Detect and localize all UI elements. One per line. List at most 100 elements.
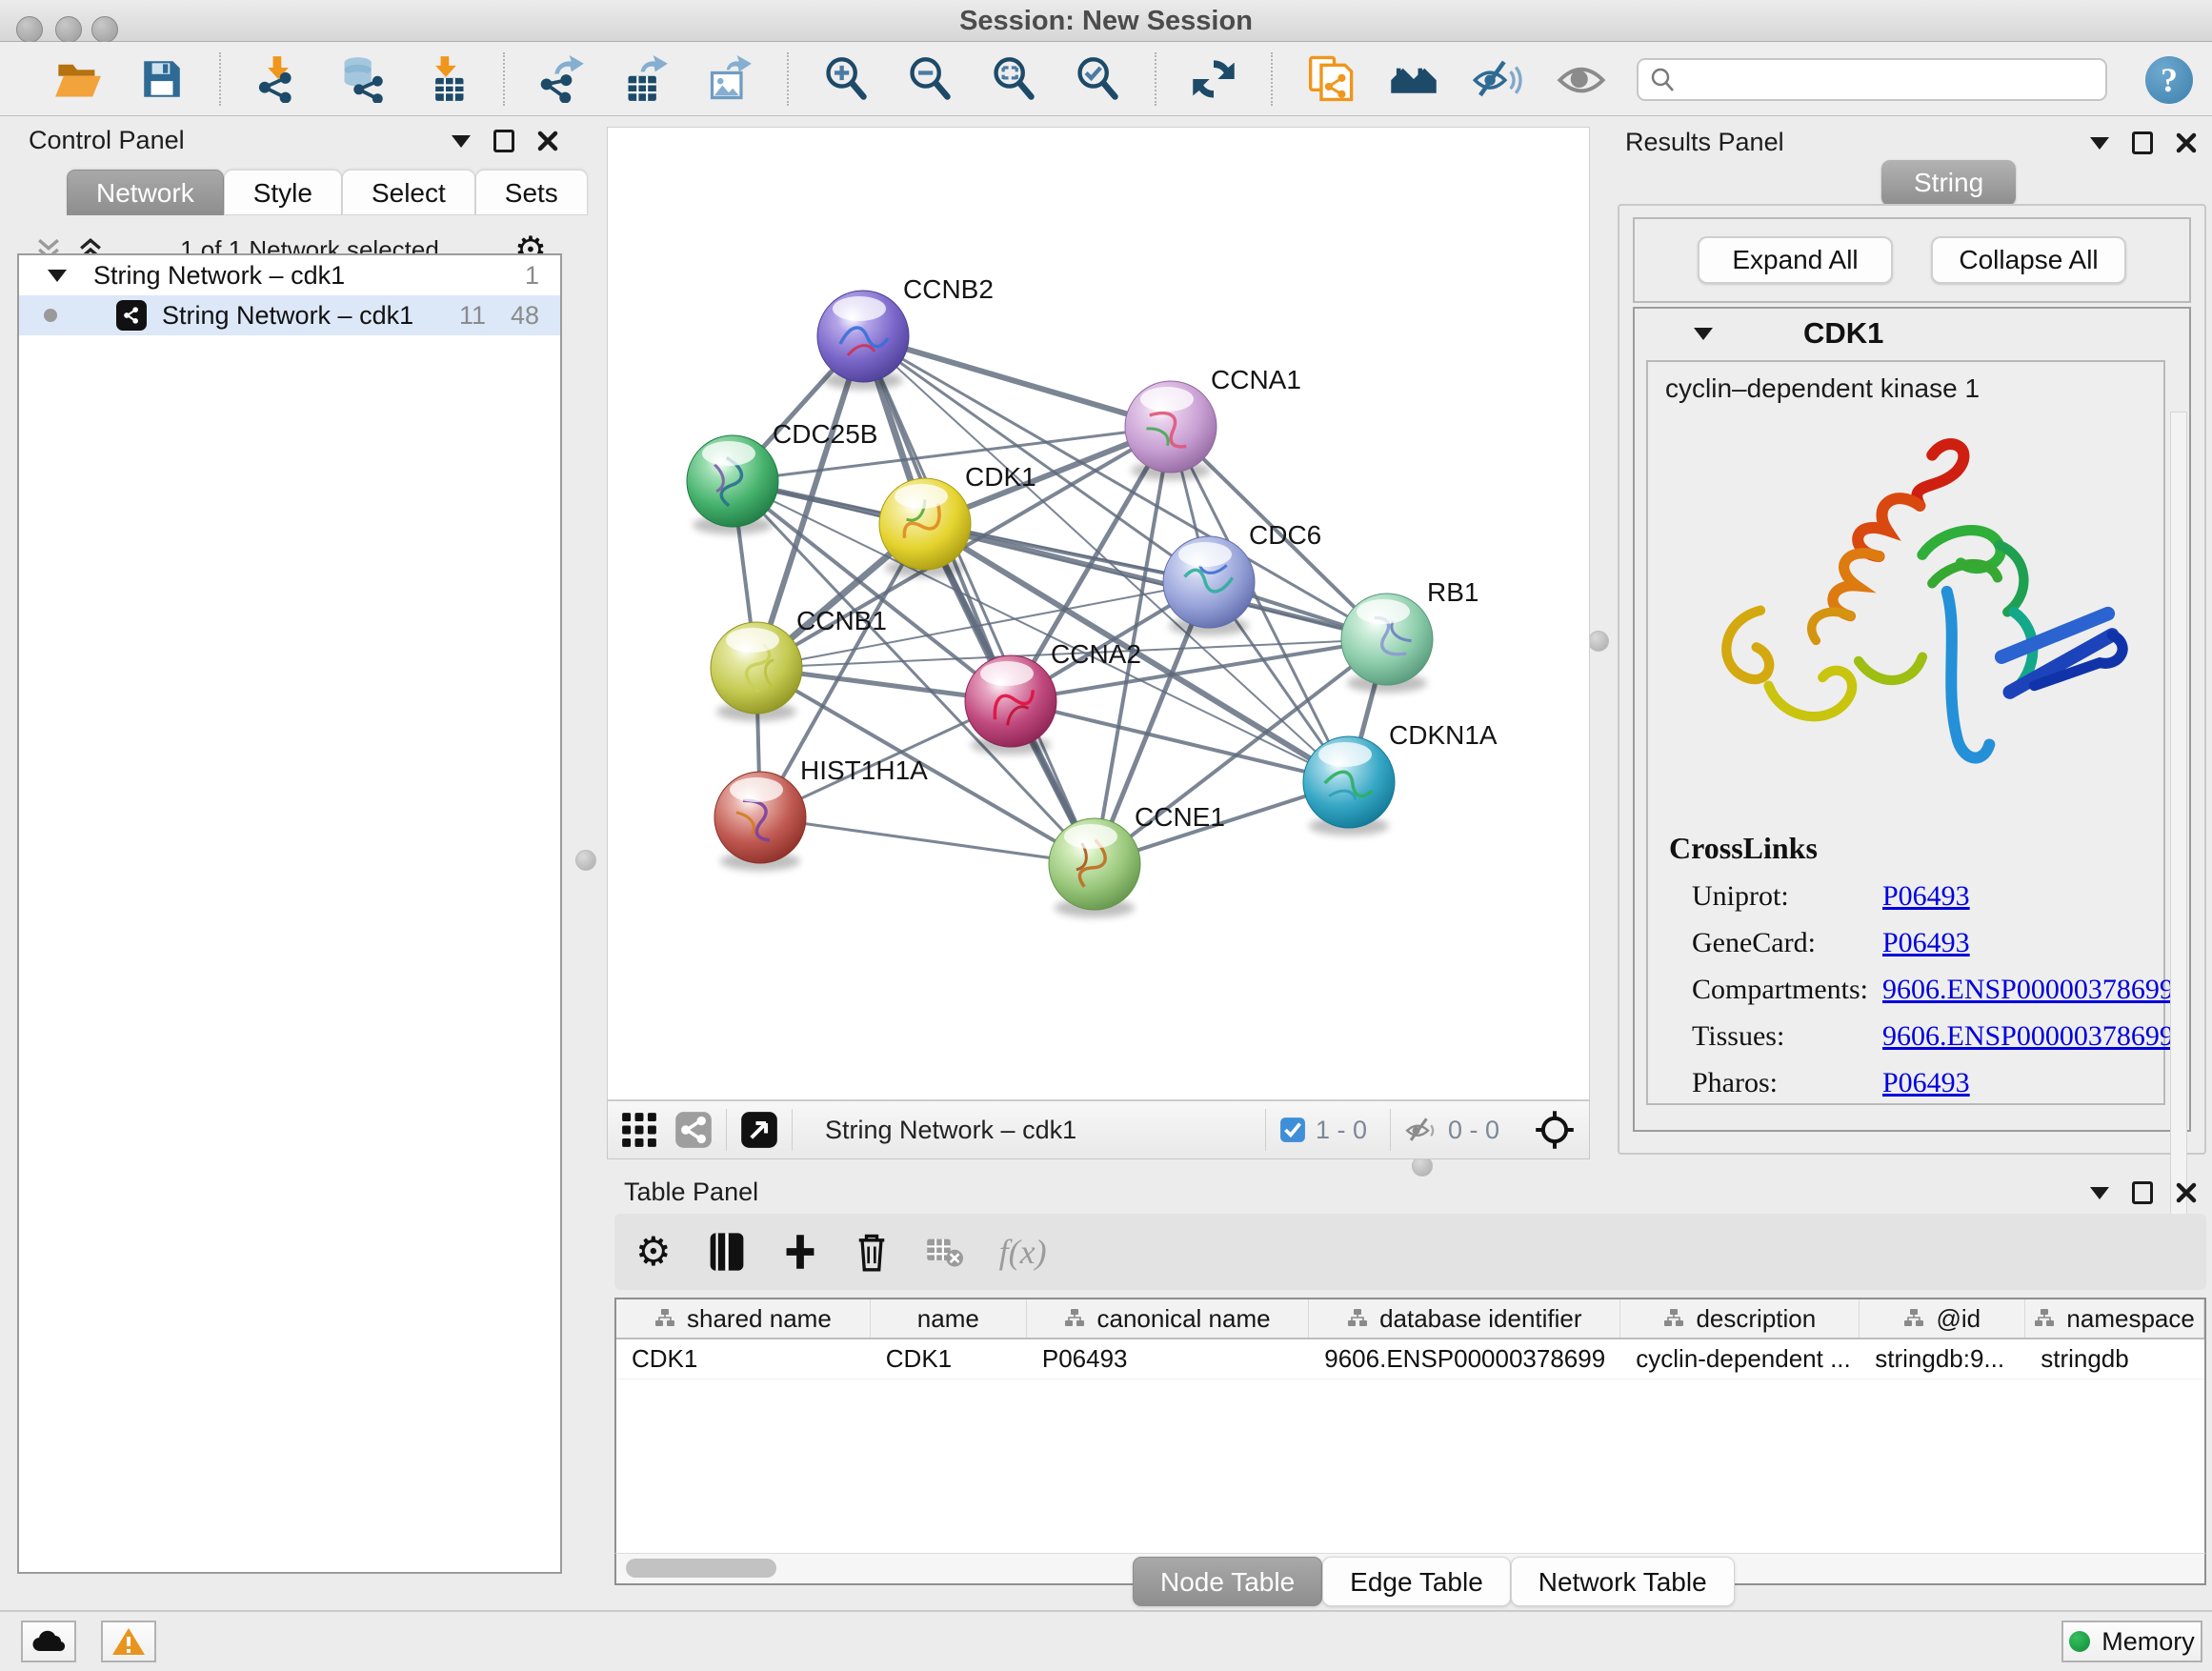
results-panel-float-icon[interactable] — [2132, 131, 2153, 154]
results-panel-menu-icon[interactable] — [2090, 137, 2109, 150]
import-table-button[interactable] — [418, 50, 473, 108]
export-network-icon — [538, 55, 586, 103]
results-panel-close-icon[interactable] — [2176, 132, 2197, 153]
hidden-eye-slash-icon[interactable] — [1404, 1113, 1438, 1147]
selected-checkbox-icon[interactable] — [1279, 1117, 1306, 1143]
window-minimize-button[interactable] — [55, 16, 82, 43]
column-header-canonical-name[interactable]: canonical name — [1027, 1299, 1309, 1338]
collection-expand-icon[interactable] — [48, 270, 67, 282]
tab-string-results[interactable]: String — [1881, 160, 2016, 206]
zoom-out-button[interactable] — [902, 50, 957, 108]
crosslink-value-link[interactable]: 9606.ENSP00000378699 — [1882, 974, 2174, 1006]
tab-style[interactable]: Style — [224, 170, 342, 215]
string-settings-icon[interactable] — [674, 1111, 713, 1149]
refresh-layout-button[interactable] — [1186, 50, 1241, 108]
splitter-grip[interactable] — [575, 850, 596, 871]
table-panel-float-icon[interactable] — [2132, 1181, 2153, 1204]
help-button[interactable]: ? — [2145, 56, 2193, 104]
node-table-row[interactable]: CDK1CDK1P064939606.ENSP00000378699cyclin… — [616, 1339, 2204, 1379]
left-splitter[interactable] — [570, 116, 606, 1586]
import-network-from-database-button[interactable] — [334, 50, 390, 108]
delete-table-icon[interactable] — [925, 1235, 963, 1269]
search-input[interactable] — [1686, 65, 2105, 94]
edge-HIST1H1A-CCNE1[interactable] — [760, 817, 1095, 864]
tab-network-table[interactable]: Network Table — [1511, 1557, 1735, 1606]
window-zoom-button[interactable] — [91, 16, 118, 43]
hide-glass-effect-button[interactable] — [1470, 50, 1525, 108]
tab-select[interactable]: Select — [342, 170, 475, 215]
export-network-button[interactable] — [534, 50, 590, 108]
delete-trash-icon[interactable] — [855, 1232, 889, 1272]
collapse-all-button[interactable]: Collapse All — [1931, 236, 2126, 284]
table-cell[interactable]: 9606.ENSP00000378699 — [1309, 1339, 1620, 1379]
export-image-button[interactable] — [702, 50, 757, 108]
column-header--id[interactable]: @id — [1860, 1299, 2025, 1338]
right-splitter[interactable] — [1590, 116, 1609, 1158]
table-panel-menu-icon[interactable] — [2090, 1187, 2109, 1199]
zoom-fit-button[interactable] — [986, 50, 1041, 108]
crosslink-value-link[interactable]: P06493 — [1882, 1067, 1970, 1099]
table-cell[interactable]: CDK1 — [616, 1339, 871, 1379]
column-header-shared-name[interactable]: shared name — [616, 1299, 871, 1338]
show-eye-button[interactable] — [1554, 50, 1609, 108]
table-cell[interactable]: cyclin-dependent ... — [1620, 1339, 1860, 1379]
control-panel-float-icon[interactable] — [493, 130, 514, 152]
crosslink-row: Tissues:9606.ENSP00000378699 — [1669, 1020, 2174, 1053]
show-columns-icon[interactable] — [708, 1231, 746, 1273]
export-table-button[interactable] — [618, 50, 674, 108]
table-options-gear-icon[interactable]: ⚙ — [635, 1232, 672, 1272]
add-column-icon[interactable] — [782, 1233, 818, 1271]
control-panel-close-icon[interactable] — [537, 131, 558, 151]
eye-icon — [1557, 54, 1606, 104]
column-header-namespace[interactable]: namespace — [2025, 1299, 2204, 1338]
network-row-selected[interactable]: String Network – cdk1 11 48 — [19, 295, 560, 335]
control-panel-menu-icon[interactable] — [452, 135, 471, 148]
results-scrollbar[interactable] — [2170, 412, 2187, 1231]
cdk1-entry-header[interactable]: CDK1 — [1635, 309, 2189, 358]
global-search — [1637, 58, 2107, 101]
window-close-button[interactable] — [16, 16, 43, 43]
string-protein-query-button[interactable] — [1302, 50, 1357, 108]
tab-edge-table[interactable]: Edge Table — [1322, 1557, 1511, 1606]
string-network-icon — [116, 300, 147, 331]
table-cell[interactable]: stringdb — [2025, 1339, 2204, 1379]
protein-structure-image — [1662, 415, 2153, 825]
crosslink-value-link[interactable]: P06493 — [1882, 880, 1970, 913]
zoom-selected-button[interactable] — [1070, 50, 1125, 108]
splitter-grip[interactable] — [1588, 631, 1609, 652]
crosslink-value-link[interactable]: 9606.ENSP00000378699 — [1882, 1020, 2174, 1053]
horizontal-splitter[interactable] — [607, 1159, 2212, 1174]
column-header-database-identifier[interactable]: database identifier — [1309, 1299, 1620, 1338]
network-node-count: 11 — [459, 301, 486, 331]
cloud-status-button[interactable] — [21, 1621, 76, 1662]
zoom-in-button[interactable] — [818, 50, 874, 108]
table-cell[interactable]: CDK1 — [871, 1339, 1027, 1379]
open-session-button[interactable] — [50, 50, 106, 108]
table-panel-close-icon[interactable] — [2176, 1182, 2197, 1203]
warnings-button[interactable] — [101, 1621, 156, 1662]
window-title: Session: New Session — [0, 0, 2212, 42]
home-networks-button[interactable] — [1386, 50, 1441, 108]
table-cell[interactable]: stringdb:9... — [1860, 1339, 2025, 1379]
edge-CCNA2-CDKN1A[interactable] — [1011, 701, 1349, 782]
edge-CCNB2-CCNA1[interactable] — [863, 336, 1171, 427]
function-builder-icon[interactable]: f(x) — [999, 1232, 1047, 1272]
network-graph[interactable]: CCNB2CCNA1CDC25BCDK1CDC6RB1CCNB1CCNA2CDK… — [608, 128, 1589, 1099]
expand-all-button[interactable]: Expand All — [1698, 236, 1893, 284]
birdseye-grid-icon[interactable] — [621, 1112, 657, 1148]
table-cell[interactable]: P06493 — [1027, 1339, 1309, 1379]
network-collection-row[interactable]: String Network – cdk1 1 — [19, 255, 560, 295]
column-header-description[interactable]: description — [1620, 1299, 1860, 1338]
open-view-icon[interactable] — [740, 1111, 778, 1149]
tab-network[interactable]: Network — [67, 170, 224, 215]
crosshair-icon[interactable] — [1534, 1109, 1576, 1151]
entry-collapse-icon[interactable] — [1694, 328, 1713, 340]
tab-node-table[interactable]: Node Table — [1133, 1557, 1322, 1606]
memory-button[interactable]: Memory — [2061, 1621, 2202, 1662]
network-view-canvas[interactable]: CCNB2CCNA1CDC25BCDK1CDC6RB1CCNB1CCNA2CDK… — [607, 127, 1590, 1100]
crosslink-value-link[interactable]: P06493 — [1882, 927, 1970, 959]
save-session-button[interactable] — [134, 50, 190, 108]
import-network-button[interactable] — [251, 50, 306, 108]
scrollbar-thumb[interactable] — [626, 1559, 776, 1578]
column-header-name[interactable]: name — [871, 1299, 1027, 1338]
